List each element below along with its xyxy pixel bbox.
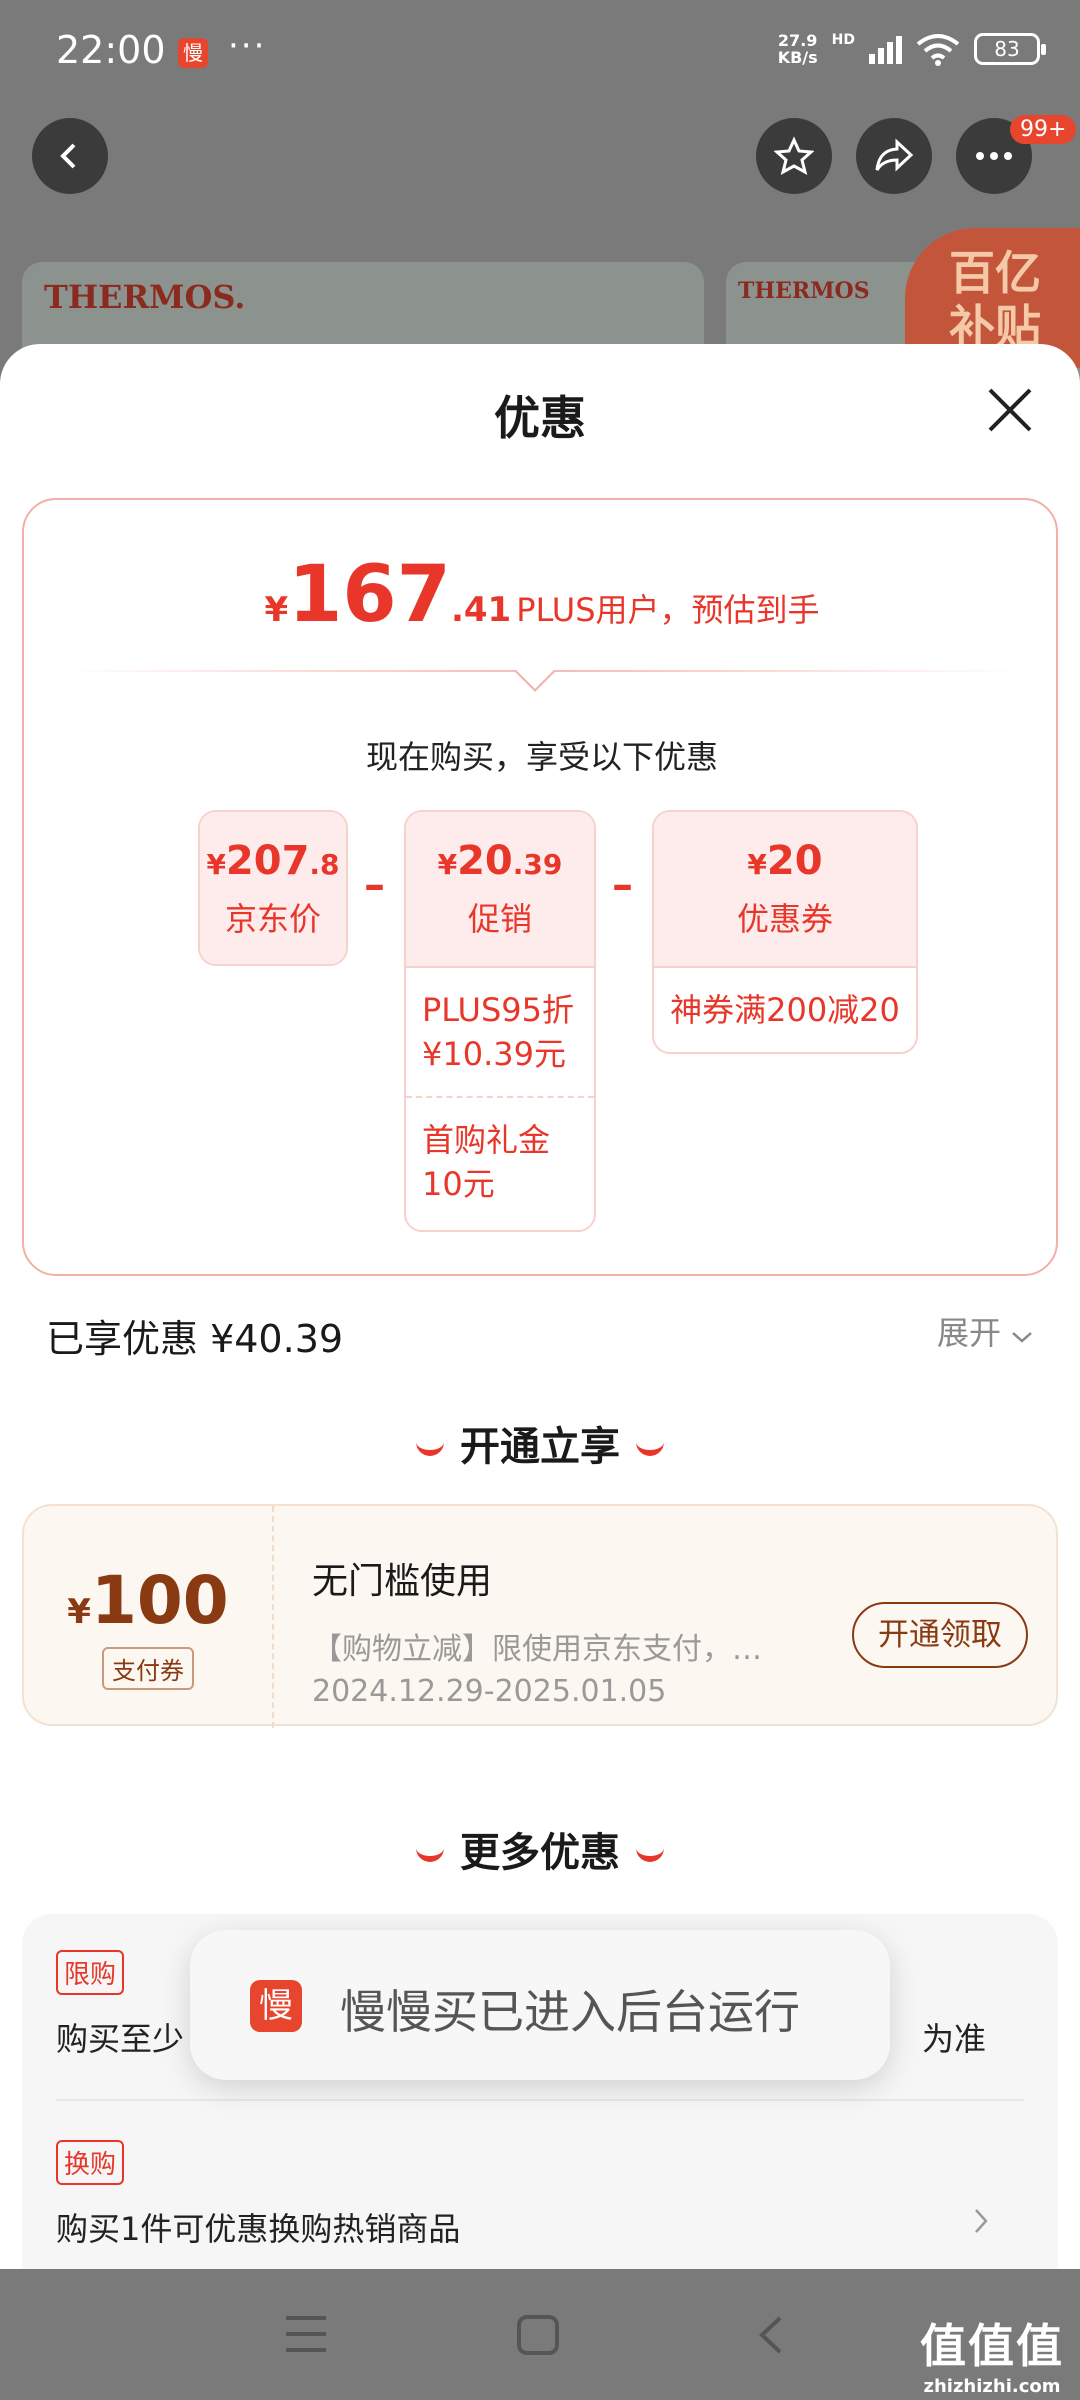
jd-price-box: ¥207.8 京东价 — [198, 810, 348, 966]
manmanmai-status-icon: 慢 — [178, 38, 208, 68]
coupon-type-tag: 支付券 — [102, 1647, 194, 1690]
manmanmai-app-icon: 慢 — [250, 1980, 302, 2032]
divider — [56, 2099, 1024, 2101]
brand-logo: THERMOS. — [44, 278, 246, 316]
smile-decoration-icon — [416, 1442, 444, 1456]
promotion-label: 促销 — [467, 900, 532, 938]
back-icon — [60, 143, 76, 169]
more-icon — [976, 152, 1012, 160]
claim-coupon-button[interactable]: 开通领取 — [852, 1602, 1028, 1668]
divider-notch — [515, 652, 555, 692]
estimated-price: ¥167.41 PLUS用户，预估到手 — [264, 550, 820, 640]
minus-sign: – — [612, 860, 633, 909]
coupon-validity: 2024.12.29-2025.01.05 — [312, 1674, 667, 1709]
smile-decoration-icon — [636, 1848, 664, 1862]
promotion-item: PLUS95折 ¥10.39元 — [406, 966, 594, 1096]
sheet-title: 优惠 — [494, 391, 586, 445]
wifi-icon — [916, 34, 960, 66]
promotion-box: ¥20.39 促销 PLUS95折 ¥10.39元 首购礼金 10元 — [404, 810, 596, 1232]
status-more-dots: ··· — [228, 26, 267, 66]
coupon-description: 【购物立减】限使用京东支付，… — [312, 1632, 762, 1667]
coupon-box: ¥20 优惠券 神券满200减20 — [652, 810, 918, 1054]
status-time: 22:00 — [56, 28, 166, 72]
more-section-title: 更多优惠 — [0, 1820, 1080, 1878]
star-icon — [774, 136, 814, 175]
limit-text-end: 为准 — [922, 2020, 987, 2058]
background-page: 22:00 慢 ··· 27.9 KB/s HD 83 99+ THERMOS.… — [0, 0, 1080, 402]
share-icon — [875, 138, 914, 172]
limit-tag: 限购 — [56, 1950, 125, 1995]
top-nav: 99+ — [0, 110, 1080, 240]
toast-message: 慢慢买已进入后台运行 — [340, 1985, 800, 2039]
limit-text: 购买至少 — [56, 2020, 185, 2058]
coupon-title: 无门槛使用 — [312, 1561, 493, 1602]
status-bar: 22:00 慢 ··· 27.9 KB/s HD 83 — [0, 0, 1080, 110]
coupon-item: 神券满200减20 — [654, 966, 916, 1052]
smile-decoration-icon — [416, 1848, 444, 1862]
menu-icon[interactable] — [284, 2314, 328, 2354]
exchange-tag: 换购 — [56, 2140, 125, 2185]
hd-indicator: HD — [831, 32, 855, 48]
jd-price-label: 京东价 — [224, 900, 321, 938]
coupon-amount-area: ¥100 支付券 — [24, 1506, 274, 1728]
coupon-label: 优惠券 — [736, 900, 833, 938]
smile-decoration-icon — [636, 1442, 664, 1456]
status-indicators: 27.9 KB/s HD 83 — [777, 31, 1046, 67]
close-icon[interactable] — [980, 380, 1040, 440]
payment-coupon-card: ¥100 支付券 无门槛使用 【购物立减】限使用京东支付，… 2024.12.2… — [22, 1504, 1058, 1728]
minus-sign: – — [364, 860, 385, 909]
system-navigation-bar — [0, 2270, 1080, 2400]
back-button[interactable] — [32, 118, 108, 194]
price-note: PLUS用户，预估到手 — [516, 591, 820, 629]
expand-button[interactable]: 展开 — [937, 1308, 1033, 1354]
discount-caption: 现在购买，享受以下优惠 — [365, 738, 718, 776]
network-speed: 27.9 KB/s — [777, 31, 818, 67]
background-toast: 慢 慢慢买已进入后台运行 — [190, 1930, 890, 2080]
signal-icon — [869, 34, 902, 64]
notification-badge: 99+ — [1010, 115, 1077, 144]
share-button[interactable] — [856, 118, 932, 194]
back-nav-icon[interactable] — [756, 2314, 786, 2356]
open-section-title: 开通立享 — [0, 1414, 1080, 1472]
chevron-right-icon[interactable] — [972, 2206, 990, 2236]
price-breakdown-card: ¥167.41 PLUS用户，预估到手 现在购买，享受以下优惠 ¥207.8 京… — [22, 498, 1058, 1276]
favorite-button[interactable] — [756, 118, 832, 194]
enjoyed-discount: 已享优惠 ¥40.39 — [46, 1317, 344, 1361]
watermark-logo: 值值值 zhizhizhi.com — [920, 2319, 1064, 2397]
home-icon[interactable] — [516, 2314, 560, 2356]
promotion-item: 首购礼金 10元 — [406, 1096, 594, 1226]
battery-icon: 83 — [974, 33, 1046, 65]
chevron-down-icon — [1012, 1332, 1033, 1343]
exchange-text[interactable]: 购买1件可优惠换购热销商品 — [56, 2204, 460, 2250]
brand-logo: THERMOS — [738, 278, 870, 304]
